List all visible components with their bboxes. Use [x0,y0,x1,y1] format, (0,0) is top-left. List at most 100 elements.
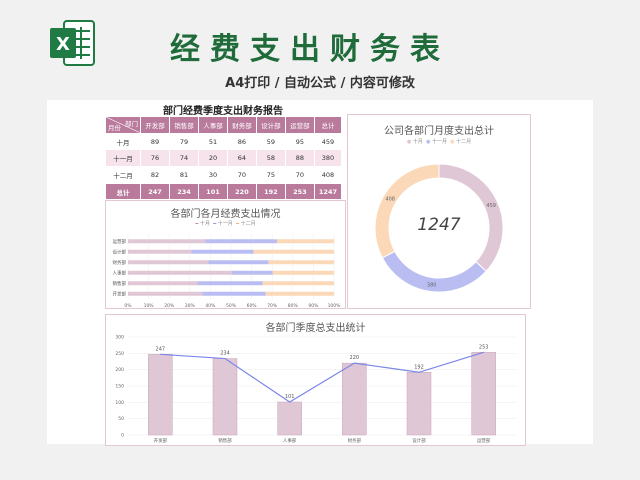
table-cell[interactable]: 86 [226,132,257,151]
bar [342,362,367,436]
stacked-bar-segment [253,249,334,254]
x-tick-label: 80% [288,303,299,308]
donut-chart-panel[interactable]: 公司各部门月度支出总计 ● 十月 ● 十一月 ● 十二月 459 380 408 1… [347,114,531,309]
table-corner-header: 部门 月份 [105,116,141,134]
bar [406,372,432,436]
excel-logo-icon: X [50,20,95,66]
x-tick-label: 30% [185,303,196,308]
stacked-bar-chart-panel[interactable]: 各部门各月经费支出情况 ━ 十月 ━ 十一月 ━ 十二月 0% 10% 20% 30%… [105,200,346,309]
bar [148,354,173,436]
table-cell[interactable]: 88 [284,149,315,168]
column-header[interactable]: 人事部 [197,116,228,134]
donut-chart: 459 380 408 [374,163,504,293]
stacked-bar-chart: 0% 10% 20% 30% 40% 50% 60% 70% 80% 90% 100% 运营部设计部财… [113,234,342,308]
table-cell[interactable]: 247 [140,182,170,201]
table-cell[interactable]: 70 [284,166,315,184]
slice-value-label: 380 [427,283,437,289]
table-cell[interactable]: 192 [255,182,286,201]
y-tick-label: 50 [118,416,124,422]
donut-center-label: 1247 [417,215,461,235]
table-cell[interactable]: 75 [255,166,286,184]
table-cell[interactable]: 30 [197,166,228,184]
table-row: 十二月 82 81 30 70 75 70 408 [105,166,343,184]
table-total-row: 总计 247 234 101 220 192 253 1247 [105,182,343,201]
column-header[interactable]: 开发部 [140,116,170,134]
slice-value-label: 459 [486,203,496,209]
column-header[interactable]: 销售部 [168,116,199,134]
x-tick-label: 0% [124,303,132,308]
x-tick-label: 财务部 [348,437,362,444]
data-label: 234 [220,351,230,357]
column-header[interactable]: 运营部 [284,116,315,134]
row-header[interactable]: 十二月 [105,166,141,184]
y-tick-label: 财务部 [113,259,127,266]
x-tick-label: 100% [328,303,342,308]
stacked-bar-segment [277,239,334,244]
table-cell[interactable]: 59 [255,132,286,151]
x-tick-label: 人事部 [283,437,297,444]
row-header[interactable]: 十一月 [105,149,141,168]
page-subtitle: A4打印 / 自动公式 / 内容可修改 [225,76,415,91]
column-header[interactable]: 设计部 [255,116,286,134]
y-tick-label: 运营部 [113,238,127,245]
y-tick-label: 0 [121,433,124,439]
table-cell[interactable]: 459 [313,132,343,151]
table-cell[interactable]: 51 [197,132,228,151]
stacked-bar-segment [205,239,278,244]
table-cell[interactable]: 70 [226,166,257,184]
table-cell[interactable]: 380 [313,149,343,168]
x-tick-label: 40% [205,303,216,308]
data-label: 192 [414,364,424,370]
x-tick-label: 20% [164,303,175,308]
y-tick-label: 人事部 [113,269,127,276]
row-header[interactable]: 十月 [105,132,141,151]
table-cell[interactable]: 89 [140,132,170,151]
x-tick-label: 90% [308,303,319,308]
stacked-bar-segment [191,249,254,254]
stacked-bar-segment [208,260,269,265]
y-tick-label: 250 [115,351,124,357]
table-row: 十一月 76 74 20 64 58 88 380 [105,149,343,168]
column-header[interactable]: 财务部 [226,116,257,134]
x-tick-label: 10% [144,303,155,308]
table-cell[interactable]: 64 [226,149,257,168]
corner-bottom-label: 月份 [108,123,121,132]
bar [471,352,496,436]
table-cell[interactable]: 74 [168,149,199,168]
table-cell[interactable]: 58 [255,149,286,168]
data-label: 220 [350,355,360,361]
row-header[interactable]: 总计 [105,182,141,201]
stacked-bar-segment [128,291,203,296]
table-cell[interactable]: 79 [168,132,199,151]
table-cell[interactable]: 101 [197,182,228,201]
stacked-bar-segment [128,260,209,265]
svg-text:X: X [56,34,70,55]
y-tick-label: 150 [115,384,124,390]
table-cell[interactable]: 76 [140,149,170,168]
table-cell[interactable]: 20 [197,149,228,168]
x-tick-label: 70% [267,303,278,308]
x-tick-label: 开发部 [154,437,168,444]
stacked-bar-segment [128,270,233,275]
combo-chart: 050100150200250300开发部247销售部234人事部101财务部2… [115,335,516,444]
table-cell[interactable]: 234 [168,182,199,201]
table-cell[interactable]: 220 [226,182,257,201]
page-title: 经费支出财务表 [170,32,450,67]
table-title: 部门经费季度支出财务报告 [163,106,283,117]
stacked-bar-segment [128,281,198,286]
data-label: 253 [479,344,489,350]
column-header[interactable]: 总计 [313,116,343,134]
table-cell[interactable]: 253 [284,182,315,201]
table-cell[interactable]: 95 [284,132,315,151]
table-cell[interactable]: 408 [313,166,343,184]
table-cell[interactable]: 81 [168,166,199,184]
stacked-bar-segment [202,291,266,296]
table-cell[interactable]: 1247 [313,182,343,201]
table-cell[interactable]: 82 [140,166,170,184]
corner-top-label: 部门 [125,120,138,128]
stacked-bar-segment [262,281,334,286]
x-tick-label: 销售部 [218,437,232,444]
y-tick-label: 销售部 [113,280,127,287]
combo-chart-panel[interactable]: 各部门季度总支出统计 0 50 100 150 200 250 300 开发部 247 销售部 23… [105,314,526,446]
stacked-bar-segment [265,291,334,296]
